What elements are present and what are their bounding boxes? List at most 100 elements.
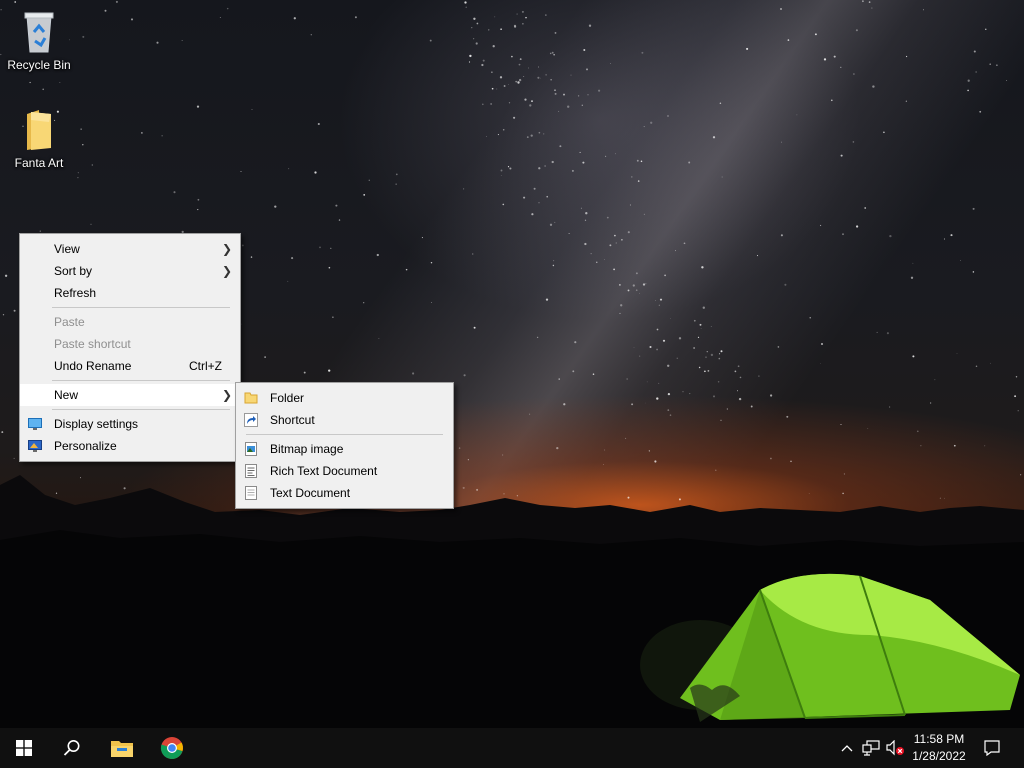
star (631, 403, 634, 406)
star (780, 234, 783, 237)
submenu-item-label: Rich Text Document (270, 464, 378, 478)
star (528, 67, 529, 69)
search-icon (63, 740, 80, 756)
search-button[interactable] (48, 728, 96, 768)
desktop-wallpaper[interactable]: Recycle Bin Fanta Art View ❯ Sort by ❯ R… (0, 0, 1024, 728)
submenu-item-rich-text-document[interactable]: Rich Text Document (236, 460, 453, 482)
star (888, 406, 891, 408)
star (558, 110, 560, 112)
menu-item-refresh[interactable]: Refresh (20, 282, 240, 304)
network-icon (862, 740, 880, 756)
star (497, 134, 499, 136)
star (720, 419, 722, 421)
star (975, 365, 978, 367)
star (950, 234, 953, 237)
star (697, 336, 700, 339)
star (656, 397, 659, 400)
star (472, 253, 474, 255)
start-button[interactable] (0, 728, 48, 768)
star (615, 242, 617, 244)
star (698, 366, 701, 369)
star (319, 246, 321, 249)
star (820, 342, 824, 346)
star (655, 300, 656, 301)
menu-item-label: Paste (54, 315, 85, 329)
menu-item-display-settings[interactable]: Display settings (20, 413, 240, 435)
star (996, 64, 998, 66)
submenu-item-shortcut[interactable]: Shortcut (236, 409, 453, 431)
star (659, 298, 663, 301)
menu-item-label: Paste shortcut (54, 337, 131, 351)
menu-item-view[interactable]: View ❯ (20, 238, 240, 260)
star (570, 74, 572, 76)
star (488, 29, 490, 31)
star (473, 38, 475, 40)
submenu-item-label: Folder (270, 391, 305, 405)
star (526, 136, 529, 138)
star (91, 164, 93, 166)
star (303, 371, 306, 374)
submenu-item-folder[interactable]: Folder (236, 387, 453, 409)
network-button[interactable] (860, 728, 882, 768)
star (197, 209, 199, 211)
star (734, 370, 737, 373)
submenu-item-text-document[interactable]: Text Document (236, 482, 453, 504)
menu-item-undo-rename[interactable]: Undo Rename Ctrl+Z (20, 355, 240, 377)
star (650, 121, 653, 124)
star (421, 237, 423, 239)
star (840, 423, 842, 426)
star (130, 18, 134, 21)
star (509, 167, 512, 170)
star (314, 171, 317, 174)
action-center-button[interactable] (974, 728, 1010, 768)
star (583, 48, 586, 52)
menu-item-new[interactable]: New ❯ (20, 384, 240, 406)
menu-item-sort-by[interactable]: Sort by ❯ (20, 260, 240, 282)
star (508, 84, 509, 85)
star (482, 103, 484, 106)
star (508, 102, 511, 104)
star (291, 257, 294, 260)
star (619, 312, 621, 314)
star (545, 298, 549, 301)
menu-item-label: Display settings (54, 417, 139, 431)
star (912, 262, 914, 264)
star (572, 370, 575, 373)
star (587, 93, 589, 96)
star (354, 16, 357, 19)
star (310, 34, 312, 36)
star (702, 306, 705, 309)
star (515, 80, 518, 83)
star (503, 85, 506, 87)
fanta-art-folder[interactable]: Fanta Art (1, 108, 77, 170)
star (80, 128, 82, 130)
star (13, 309, 16, 312)
star (712, 395, 716, 398)
star (656, 328, 659, 331)
star (513, 116, 516, 119)
fanta-art-label: Fanta Art (14, 156, 64, 170)
chrome-button[interactable] (148, 728, 196, 768)
star (853, 73, 855, 75)
star (614, 153, 616, 155)
star (985, 28, 987, 30)
menu-item-personalize[interactable]: Personalize (20, 435, 240, 457)
file-explorer-button[interactable] (98, 728, 146, 768)
star (626, 378, 628, 380)
menu-item-paste-shortcut: Paste shortcut (20, 333, 240, 355)
recycle-bin-shortcut[interactable]: Recycle Bin (1, 8, 77, 72)
star (582, 161, 585, 164)
star (250, 256, 253, 258)
star (328, 369, 331, 372)
submenu-item-label: Bitmap image (270, 442, 344, 456)
star (82, 35, 85, 38)
clock[interactable]: 11:58 PM 1/28/2022 (906, 731, 972, 765)
volume-button[interactable] (884, 728, 906, 768)
star (614, 234, 616, 237)
star (492, 45, 495, 48)
star (619, 284, 621, 286)
show-hidden-icons-button[interactable] (836, 728, 858, 768)
star (956, 353, 958, 354)
star (699, 323, 702, 326)
submenu-item-bitmap-image[interactable]: Bitmap image (236, 438, 453, 460)
